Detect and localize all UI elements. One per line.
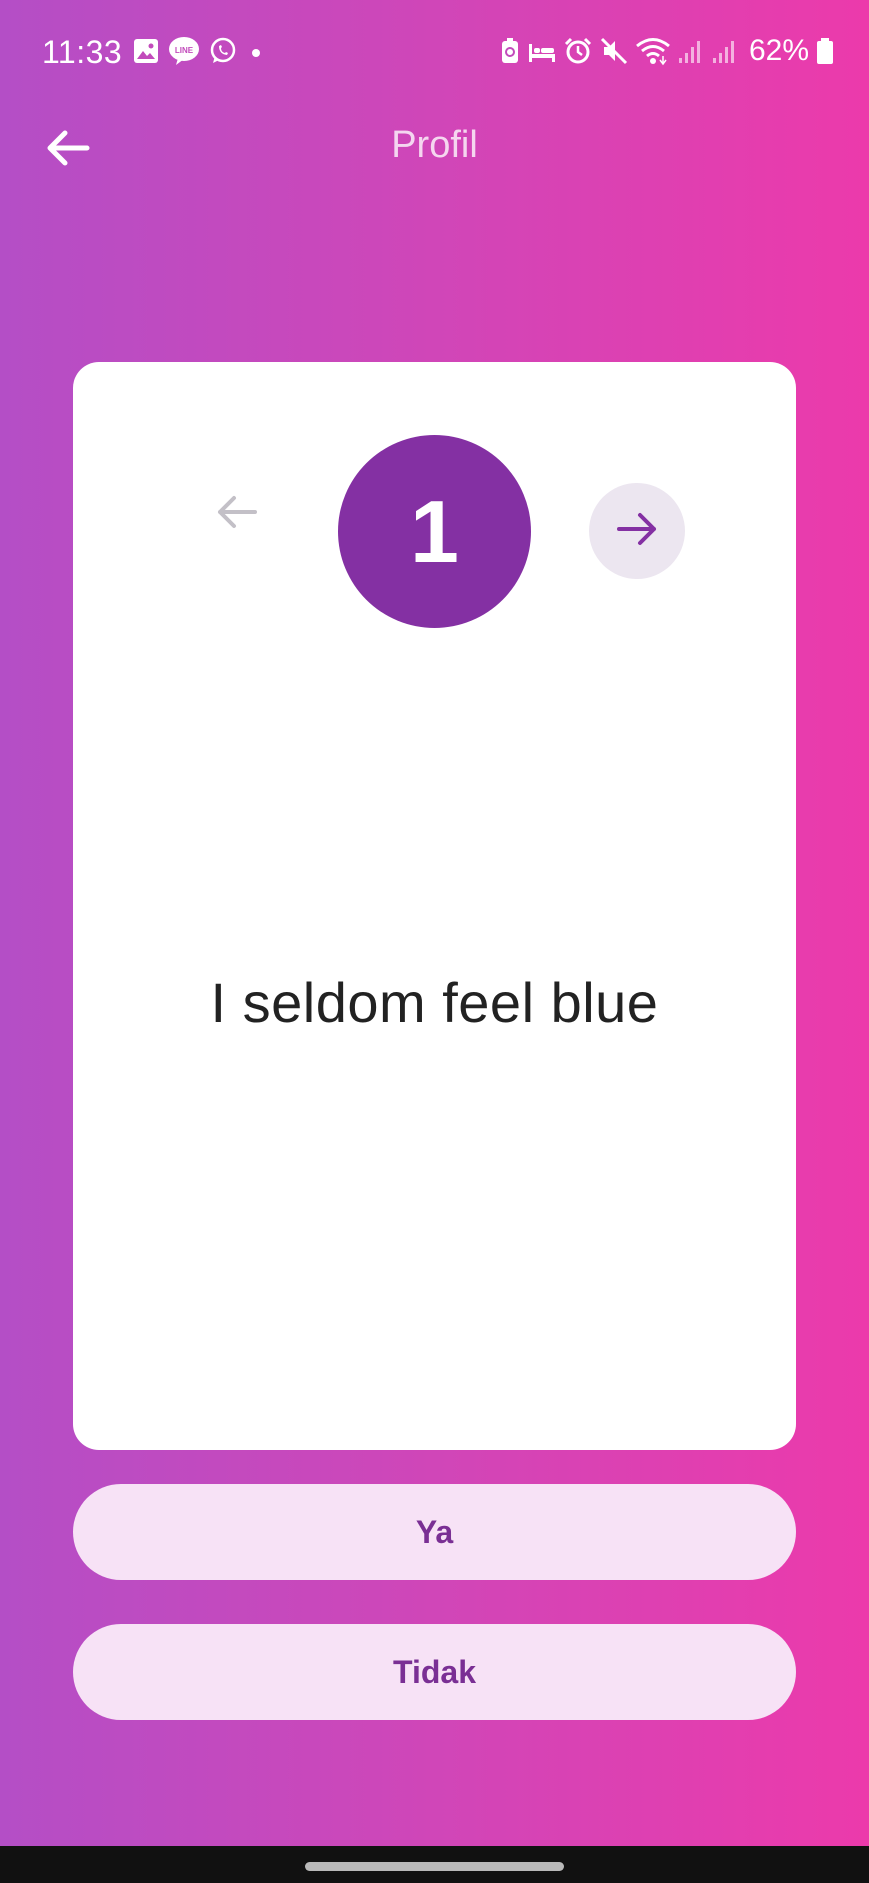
dot-icon [246, 37, 266, 65]
wifi-icon [635, 36, 671, 66]
battery-icon [815, 36, 835, 66]
gallery-icon [132, 37, 160, 65]
question-number: 1 [410, 481, 459, 581]
whatsapp-icon [208, 36, 238, 66]
no-button[interactable]: Tidak [73, 1624, 796, 1720]
battery-saver-icon [499, 36, 521, 66]
status-bar: 11:33 LINE 62% [0, 0, 869, 100]
mute-icon [599, 36, 629, 66]
question-text: I seldom feel blue [210, 971, 659, 1034]
question-card: 1 I seldom feel blue [73, 362, 796, 1450]
bed-icon [527, 36, 557, 66]
next-question-button[interactable] [589, 483, 685, 579]
status-time: 11:33 [42, 34, 123, 70]
previous-question-button[interactable] [205, 482, 269, 546]
system-icons: 62% [499, 34, 835, 68]
alarm-icon [563, 36, 593, 66]
svg-text:LINE: LINE [175, 46, 194, 55]
page-title: Profil [391, 124, 478, 166]
question-number-badge: 1 [338, 435, 531, 628]
notification-icons: LINE [132, 36, 266, 66]
home-gesture-handle[interactable] [305, 1862, 564, 1871]
signal-icon [711, 36, 739, 66]
signal-icon [677, 36, 705, 66]
yes-button[interactable]: Ya [73, 1484, 796, 1580]
arrow-right-icon [615, 509, 659, 554]
line-icon: LINE [168, 36, 200, 66]
battery-percentage: 62% [748, 34, 809, 67]
arrow-left-icon [215, 492, 259, 537]
